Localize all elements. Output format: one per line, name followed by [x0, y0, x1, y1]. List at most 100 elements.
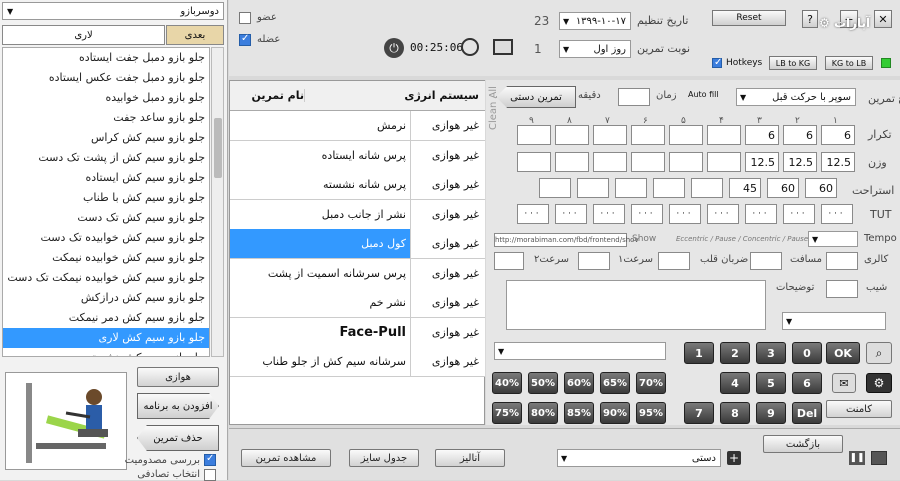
rest-input[interactable]: 60	[767, 178, 799, 198]
rest-input[interactable]: 60	[805, 178, 837, 198]
keypad-key[interactable]: 5	[756, 372, 786, 394]
percent-key[interactable]: 95%	[636, 402, 666, 424]
list-item[interactable]: جلو بازو سیم کش خوابیده نیمکت	[3, 248, 209, 268]
percent-key[interactable]: 65%	[600, 372, 630, 394]
pause-icon[interactable]: ❚❚	[849, 451, 865, 465]
turn-select[interactable]: ▼ روز اول	[559, 40, 631, 58]
aerobic-button[interactable]: هوازی	[137, 367, 219, 387]
time-minutes-input[interactable]	[618, 88, 650, 106]
reps-input[interactable]	[517, 125, 551, 145]
table-row[interactable]: غیر هوازی پرس شانه نشسته	[230, 170, 485, 200]
list-item[interactable]: جلو بازو دمبل خوابیده	[3, 88, 209, 108]
keypad-key[interactable]: 3	[756, 342, 786, 364]
weight-input[interactable]	[707, 152, 741, 172]
percent-key[interactable]: 80%	[528, 402, 558, 424]
member-checkbox[interactable]	[239, 12, 251, 24]
list-item[interactable]: جلو بازو دمبل جفت ایستاده	[3, 48, 209, 68]
percent-key[interactable]: 75%	[492, 402, 522, 424]
tut-input[interactable]: · · ·	[821, 204, 853, 224]
manual-exercise-button[interactable]: تمرین دستی	[496, 86, 576, 108]
gear-icon[interactable]: ⚙	[866, 373, 892, 393]
weight-input[interactable]	[555, 152, 589, 172]
rest-input[interactable]	[577, 178, 609, 198]
table-row[interactable]: غیر هوازی نشر خم	[230, 288, 485, 318]
list-item[interactable]: جلو بازو سیم کش از پشت تک دست	[3, 148, 209, 168]
exercise-type-select[interactable]: ▼ سوپر با حرکت قبل	[736, 88, 856, 106]
tempo-select[interactable]: ▼	[808, 231, 858, 247]
ok-button[interactable]: OK	[826, 342, 860, 364]
tut-input[interactable]: · · ·	[707, 204, 739, 224]
tut-input[interactable]: · · ·	[783, 204, 815, 224]
weight-input[interactable]	[669, 152, 703, 172]
weight-input[interactable]	[517, 152, 551, 172]
hotkeys-checkbox[interactable]	[712, 57, 722, 68]
calories-input[interactable]	[826, 252, 858, 270]
clean-all-button[interactable]: Clean All	[488, 86, 499, 130]
tut-input[interactable]: · · ·	[593, 204, 625, 224]
keypad-key[interactable]: 9	[756, 402, 786, 424]
keypad-key[interactable]: 8	[720, 402, 750, 424]
percent-key[interactable]: 50%	[528, 372, 558, 394]
reps-input[interactable]	[707, 125, 741, 145]
table-row[interactable]: غیر هوازی نرمش	[230, 111, 485, 141]
percent-key[interactable]: 40%	[492, 372, 522, 394]
tut-input[interactable]: · · ·	[555, 204, 587, 224]
incline-input[interactable]	[826, 280, 858, 298]
kg-to-lb-button[interactable]: KG to LB	[825, 56, 873, 70]
list-item[interactable]: جلو بازو سیم کش خوابیده تک دست	[3, 228, 209, 248]
show-link[interactable]: Show	[632, 234, 656, 244]
reps-input[interactable]: 6	[821, 125, 855, 145]
table-row[interactable]: غیر هوازی سرشانه سیم کش از جلو طناب	[230, 347, 485, 377]
mail-icon[interactable]: ✉	[832, 373, 856, 393]
rest-input[interactable]	[539, 178, 571, 198]
check-injury-checkbox[interactable]	[204, 453, 216, 466]
muscle-group-select[interactable]: ▼ دوسربازو	[2, 2, 224, 20]
video-url-input[interactable]: http://morabiman.com/fbd/frontend/shov	[494, 233, 639, 247]
keypad-key[interactable]: 4	[720, 372, 750, 394]
stopwatch-icon[interactable]	[461, 38, 479, 56]
fullscreen-icon[interactable]	[871, 451, 887, 465]
preset-select[interactable]: ▼	[494, 342, 666, 360]
percent-key[interactable]: 60%	[564, 372, 594, 394]
distance-input[interactable]	[750, 252, 782, 270]
tut-input[interactable]: · · ·	[745, 204, 777, 224]
keypad-key[interactable]: 1	[684, 342, 714, 364]
list-item[interactable]: جلو بازو سیم کش تک دست	[3, 208, 209, 228]
comment-button[interactable]: کامنت	[826, 400, 892, 418]
weight-input[interactable]: 12.5	[745, 152, 779, 172]
random-select-checkbox[interactable]	[204, 469, 216, 481]
speed1-input[interactable]	[578, 252, 610, 270]
scrollbar-thumb[interactable]	[214, 118, 222, 178]
mode-select[interactable]: ▼ دستی	[557, 449, 721, 467]
list-item[interactable]: جلو بازو سیم کش ایستاده	[3, 168, 209, 188]
list-item[interactable]: جلو بازو سیم کش کراس	[3, 128, 209, 148]
keypad-key[interactable]: 0	[792, 342, 822, 364]
keypad-key[interactable]: 6	[792, 372, 822, 394]
notes-textarea[interactable]	[506, 280, 766, 330]
table-row[interactable]: غیر هوازی کول دمبل	[230, 229, 485, 259]
close-button[interactable]: ✕	[874, 10, 892, 28]
analyze-button[interactable]: آنالیز	[435, 449, 505, 467]
list-item[interactable]: جلو بازو سیم کش درازکش	[3, 288, 209, 308]
tut-input[interactable]: · · ·	[631, 204, 663, 224]
keypad-key[interactable]: 2	[720, 342, 750, 364]
weight-input[interactable]: 12.5	[821, 152, 855, 172]
plus-icon[interactable]: +	[727, 451, 741, 465]
weight-input[interactable]	[593, 152, 627, 172]
view-exercises-button[interactable]: مشاهده تمرین	[241, 449, 331, 467]
percent-key[interactable]: 90%	[600, 402, 630, 424]
rest-input[interactable]	[653, 178, 685, 198]
list-item[interactable]: جلو بازو سیم کش نشسته	[3, 348, 209, 356]
table-row[interactable]: غیر هوازی پرس سرشانه اسمیت از پشت	[230, 258, 485, 289]
list-scrollbar[interactable]	[211, 47, 224, 357]
rest-input[interactable]	[691, 178, 723, 198]
reset-button[interactable]: Reset	[712, 10, 786, 26]
table-row[interactable]: غیر هوازی نشر از جانب دمبل	[230, 199, 485, 230]
reps-input[interactable]	[669, 125, 703, 145]
power-icon[interactable]: ⏻	[384, 38, 404, 58]
rest-input[interactable]	[615, 178, 647, 198]
weight-input[interactable]: 12.5	[783, 152, 817, 172]
muscle-checkbox[interactable]	[239, 33, 251, 46]
keypad-key[interactable]: Del	[792, 402, 822, 424]
extra-select[interactable]: ▼	[782, 312, 886, 330]
